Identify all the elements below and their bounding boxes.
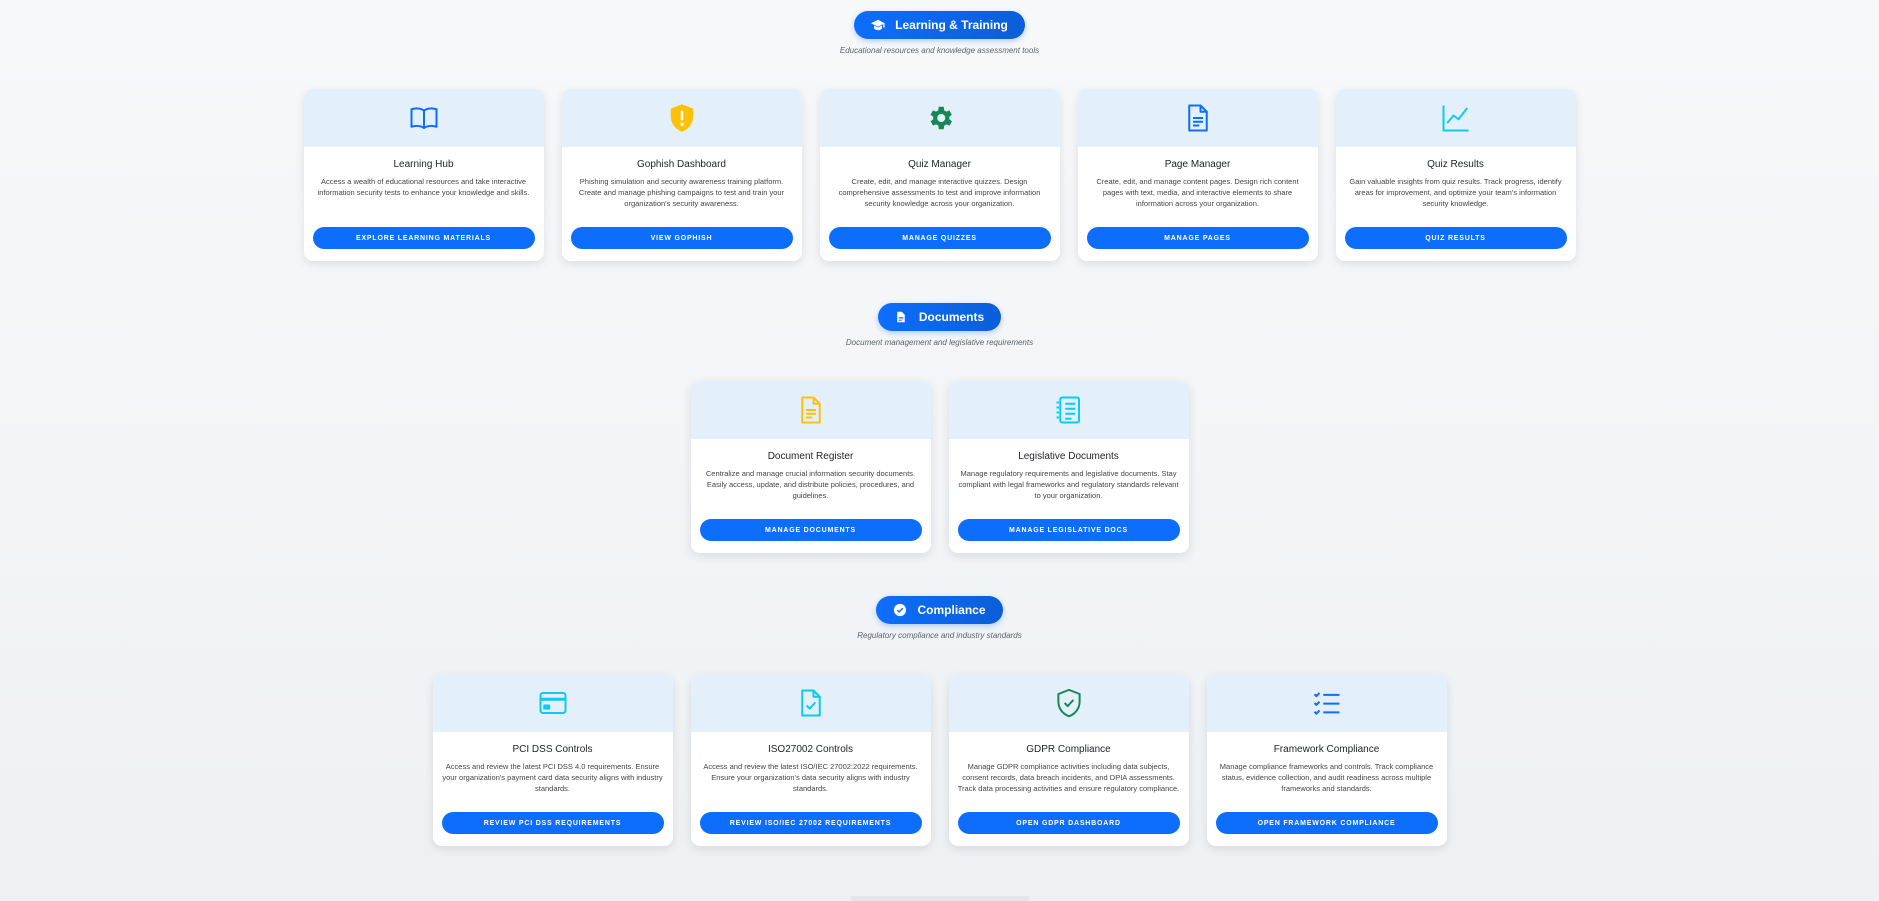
card-gophish-dashboard: Gophish Dashboard Phishing simulation an… bbox=[561, 89, 802, 261]
card-description: Centralize and manage crucial informatio… bbox=[705, 469, 916, 500]
graduation-cap-icon bbox=[871, 18, 885, 32]
section-header: Compliance Regulatory compliance and ind… bbox=[0, 596, 1879, 640]
card-title: Quiz Manager bbox=[908, 159, 971, 170]
section-title-pill: Documents bbox=[877, 303, 1002, 331]
section-header: Learning & Training Educational resource… bbox=[0, 11, 1879, 55]
card-description: Manage compliance frameworks and control… bbox=[1219, 762, 1434, 793]
section-subtitle: Document management and legislative requ… bbox=[845, 338, 1034, 347]
card-title: Legislative Documents bbox=[1018, 451, 1119, 462]
card-description: Gain valuable insights from quiz results… bbox=[1349, 177, 1562, 208]
card-title: Document Register bbox=[767, 451, 854, 462]
checklist-icon bbox=[1313, 692, 1339, 715]
manage-pages-button[interactable]: MANAGE PAGES bbox=[1086, 227, 1309, 249]
section-title: Compliance bbox=[917, 603, 986, 617]
card-title: Page Manager bbox=[1164, 159, 1231, 170]
file-check-icon bbox=[800, 689, 821, 717]
manage-documents-button[interactable]: MANAGE DOCUMENTS bbox=[699, 519, 922, 541]
card-description: Phishing simulation and security awarene… bbox=[578, 177, 785, 208]
open-gdpr-dashboard-button[interactable]: OPEN GDPR DASHBOARD bbox=[957, 812, 1180, 834]
card-description: Create, edit, and manage interactive qui… bbox=[838, 177, 1041, 208]
credit-card-icon bbox=[539, 692, 566, 714]
manage-legislative-docs-button[interactable]: MANAGE LEGISLATIVE DOCS bbox=[957, 519, 1180, 541]
card-row: PCI DSS Controls Access and review the l… bbox=[0, 674, 1879, 846]
card-description: Create, edit, and manage content pages. … bbox=[1096, 177, 1299, 208]
section-header: Documents Document management and legisl… bbox=[0, 303, 1879, 347]
card-gdpr-compliance: GDPR Compliance Manage GDPR compliance a… bbox=[948, 674, 1189, 846]
card-title: Quiz Results bbox=[1427, 159, 1484, 170]
card-title: ISO27002 Controls bbox=[767, 744, 854, 755]
card-document-register: Document Register Centralize and manage … bbox=[690, 381, 931, 553]
section-documents: Documents Document management and legisl… bbox=[0, 303, 1879, 553]
card-description: Manage regulatory requirements and legis… bbox=[958, 469, 1179, 500]
card-description: Access a wealth of educational resources… bbox=[317, 177, 530, 197]
list-document-icon bbox=[1056, 396, 1080, 424]
card-iso27002-controls: ISO27002 Controls Access and review the … bbox=[690, 674, 931, 846]
card-row: Document Register Centralize and manage … bbox=[0, 381, 1879, 553]
section-learning-training: Learning & Training Educational resource… bbox=[0, 11, 1879, 261]
card-description: Manage GDPR compliance activities includ… bbox=[957, 762, 1180, 793]
card-framework-compliance: Framework Compliance Manage compliance f… bbox=[1206, 674, 1447, 846]
review-iso-iec-27002-requirements-button[interactable]: REVIEW ISO/IEC 27002 REQUIREMENTS bbox=[699, 812, 922, 834]
section-subtitle: Educational resources and knowledge asse… bbox=[839, 46, 1040, 55]
section-subtitle: Regulatory compliance and industry stand… bbox=[857, 631, 1022, 640]
card-page-manager: Page Manager Create, edit, and manage co… bbox=[1077, 89, 1318, 261]
card-description: Access and review the latest ISO/IEC 270… bbox=[703, 762, 918, 793]
check-circle-icon bbox=[893, 603, 907, 617]
card-title: Learning Hub bbox=[393, 159, 454, 170]
card-title: Gophish Dashboard bbox=[637, 159, 726, 170]
next-section-pill-partial bbox=[850, 896, 1030, 901]
shield-check-icon bbox=[1056, 688, 1081, 718]
card-title: PCI DSS Controls bbox=[512, 744, 593, 755]
book-icon bbox=[410, 107, 437, 129]
card-pci-dss-controls: PCI DSS Controls Access and review the l… bbox=[432, 674, 673, 846]
file-icon bbox=[895, 310, 909, 324]
section-title: Learning & Training bbox=[895, 18, 1008, 32]
card-title: GDPR Compliance bbox=[1026, 744, 1111, 755]
explore-learning-materials-button[interactable]: EXPLORE LEARNING MATERIALS bbox=[312, 227, 535, 249]
card-quiz-results: Quiz Results Gain valuable insights from… bbox=[1335, 89, 1576, 261]
review-pci-dss-requirements-button[interactable]: REVIEW PCI DSS REQUIREMENTS bbox=[441, 812, 664, 834]
open-framework-compliance-button[interactable]: OPEN FRAMEWORK COMPLIANCE bbox=[1215, 812, 1438, 834]
card-legislative-documents: Legislative Documents Manage regulatory … bbox=[948, 381, 1189, 553]
view-gophish-button[interactable]: VIEW GOPHISH bbox=[570, 227, 793, 249]
section-title-pill: Learning & Training bbox=[854, 11, 1025, 39]
document-icon bbox=[1187, 104, 1208, 132]
card-description: Access and review the latest PCI DSS 4.0… bbox=[442, 762, 663, 793]
manage-quizzes-button[interactable]: MANAGE QUIZZES bbox=[828, 227, 1051, 249]
card-row: Learning Hub Access a wealth of educatio… bbox=[0, 89, 1879, 261]
line-chart-icon bbox=[1442, 105, 1468, 132]
card-learning-hub: Learning Hub Access a wealth of educatio… bbox=[303, 89, 544, 261]
warning-shield-icon bbox=[670, 104, 693, 132]
section-title: Documents bbox=[918, 310, 985, 324]
section-title-pill: Compliance bbox=[876, 596, 1003, 624]
card-title: Framework Compliance bbox=[1273, 744, 1380, 755]
card-quiz-manager: Quiz Manager Create, edit, and manage in… bbox=[819, 89, 1060, 261]
quiz-results-button[interactable]: QUIZ RESULTS bbox=[1344, 227, 1567, 249]
section-compliance: Compliance Regulatory compliance and ind… bbox=[0, 596, 1879, 846]
document-icon bbox=[800, 396, 821, 424]
gear-icon bbox=[930, 106, 952, 130]
